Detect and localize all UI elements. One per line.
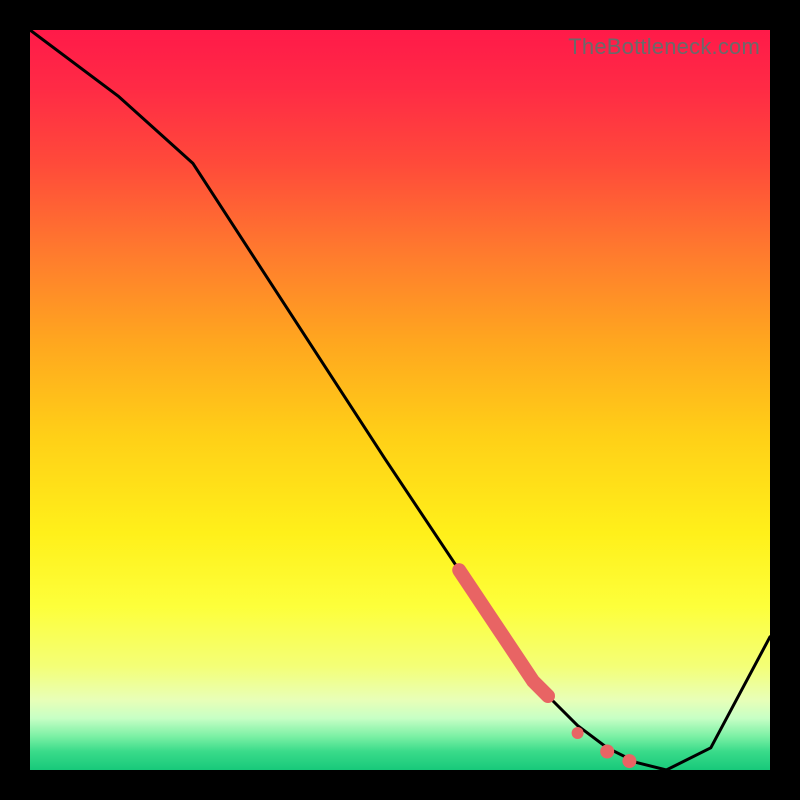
gradient-background (30, 30, 770, 770)
highlight-dot (542, 690, 554, 702)
chart-frame: TheBottleneck.com (30, 30, 770, 770)
bottleneck-chart (30, 30, 770, 770)
highlight-dot (572, 727, 584, 739)
highlight-dot (622, 754, 636, 768)
highlight-dot (600, 745, 614, 759)
watermark-text: TheBottleneck.com (568, 34, 760, 60)
